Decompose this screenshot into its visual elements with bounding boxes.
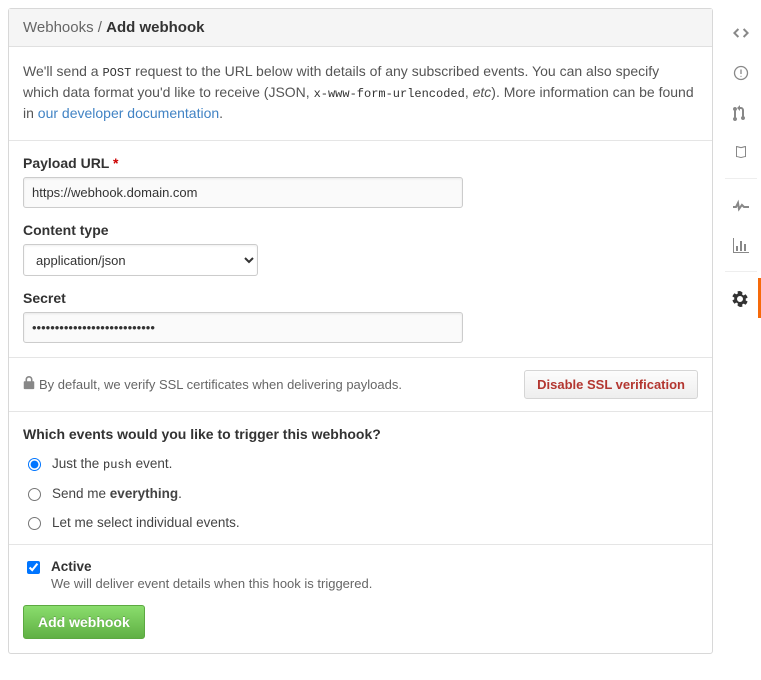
active-row[interactable]: Active We will deliver event details whe…	[23, 559, 698, 591]
intro-section: We'll send a POST request to the URL bel…	[9, 47, 712, 141]
pulse-icon[interactable]	[721, 185, 761, 225]
events-title: Which events would you like to trigger t…	[23, 426, 698, 442]
required-asterisk: *	[113, 155, 118, 171]
settings-icon[interactable]	[721, 278, 761, 318]
event-radio-push[interactable]	[28, 458, 41, 471]
content-type-label: Content type	[23, 222, 698, 238]
event-option-push[interactable]: Just the push event.	[23, 456, 698, 472]
wiki-icon[interactable]	[721, 132, 761, 172]
submit-section: Active We will deliver event details whe…	[9, 545, 712, 653]
intro-text: We'll send a POST request to the URL bel…	[23, 61, 698, 124]
disable-ssl-button[interactable]: Disable SSL verification	[524, 370, 698, 399]
breadcrumb-current: Add webhook	[106, 19, 204, 36]
ssl-note-text: By default, we verify SSL certificates w…	[39, 377, 402, 392]
right-nav	[721, 0, 761, 680]
event-radio-individual[interactable]	[28, 517, 41, 530]
event-option-everything[interactable]: Send me everything.	[23, 486, 698, 501]
add-webhook-button[interactable]: Add webhook	[23, 605, 145, 639]
graphs-icon[interactable]	[721, 225, 761, 265]
event-radio-everything[interactable]	[28, 488, 41, 501]
ssl-section: By default, we verify SSL certificates w…	[9, 358, 712, 412]
active-desc: We will deliver event details when this …	[51, 576, 372, 591]
pull-request-icon[interactable]	[721, 92, 761, 132]
lock-icon	[23, 376, 35, 393]
issues-icon[interactable]	[721, 52, 761, 92]
events-section: Which events would you like to trigger t…	[9, 412, 712, 545]
secret-input[interactable]	[23, 312, 463, 343]
active-checkbox[interactable]	[27, 561, 40, 574]
docs-link[interactable]: our developer documentation	[38, 105, 219, 121]
content-type-select[interactable]: application/json	[23, 244, 258, 276]
form-section: Payload URL * Content type application/j…	[9, 141, 712, 358]
webhook-panel: Webhooks / Add webhook We'll send a POST…	[8, 8, 713, 654]
secret-label: Secret	[23, 290, 698, 306]
code-icon[interactable]	[721, 12, 761, 52]
payload-url-label: Payload URL *	[23, 155, 698, 171]
breadcrumb: Webhooks / Add webhook	[9, 9, 712, 47]
breadcrumb-parent: Webhooks	[23, 19, 94, 36]
payload-url-input[interactable]	[23, 177, 463, 208]
active-label: Active	[51, 559, 372, 574]
event-option-individual[interactable]: Let me select individual events.	[23, 515, 698, 530]
